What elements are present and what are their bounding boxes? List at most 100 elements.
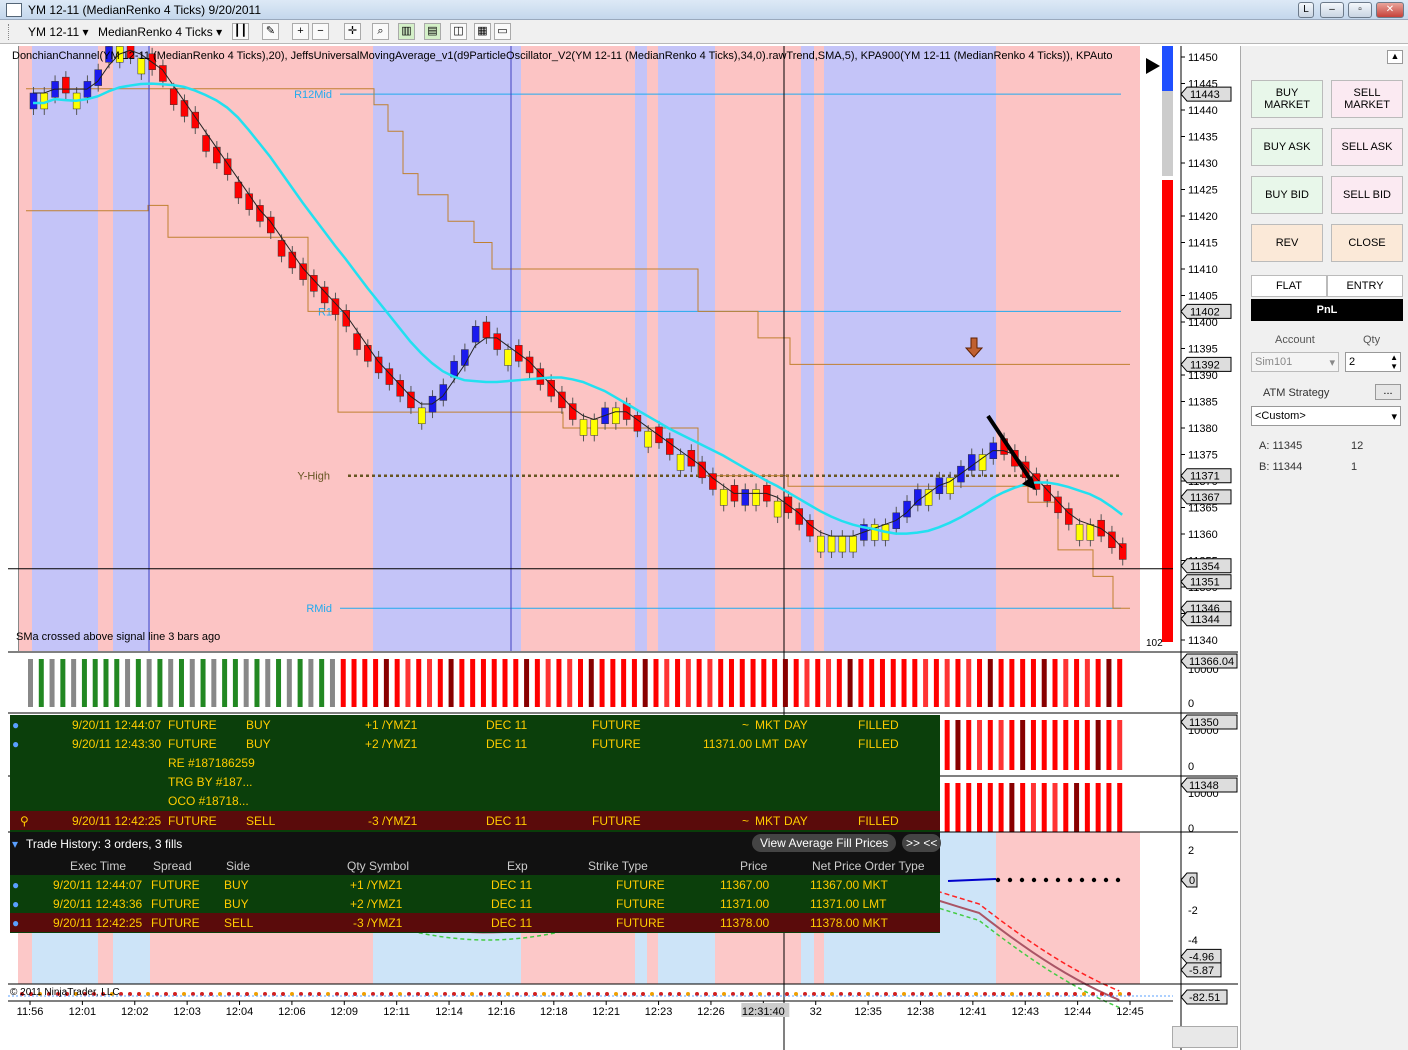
price-tick-label: 11340 — [1188, 635, 1218, 647]
data-box-icon[interactable]: ▦ — [474, 23, 491, 40]
signal-bar — [448, 659, 454, 707]
draw-tool-icon[interactable]: ✎ — [262, 23, 279, 40]
signal-bar — [1009, 659, 1015, 707]
fill-exp: DEC 11 — [491, 916, 533, 930]
candle — [213, 146, 221, 164]
order-row[interactable]: ⚲ 9/20/11 12:42:25 FUTURE SELL -3 /YMZ1 … — [10, 811, 940, 830]
bottom-dot — [290, 992, 294, 996]
bottom-dot — [281, 992, 285, 996]
signal-bar — [459, 659, 465, 707]
trend-band — [32, 46, 98, 651]
fill-type: FUTURE — [616, 878, 665, 892]
link-button[interactable]: L — [1298, 2, 1314, 18]
properties-icon[interactable]: ▭ — [494, 23, 511, 40]
horizontal-scrollbar[interactable] — [1172, 1026, 1238, 1048]
maximize-button[interactable]: ▫ — [1348, 2, 1372, 18]
ask-level: A: 11345 — [1259, 440, 1303, 452]
indicators-icon[interactable]: ▤ — [424, 23, 441, 40]
signal-bar — [286, 659, 292, 707]
chart-trader-icon[interactable]: ▥ — [398, 23, 415, 40]
bottom-dot — [1028, 992, 1032, 996]
signal-bar — [621, 659, 627, 707]
signal-bar — [373, 659, 379, 707]
signal-bar — [664, 659, 670, 707]
order-qty: +2 /YMZ1 — [365, 737, 418, 751]
sell-bid-button[interactable]: SELL BID — [1331, 176, 1403, 214]
search-icon[interactable]: ⌕ — [372, 23, 389, 40]
trend-band — [814, 46, 824, 651]
strategies-icon[interactable]: ◫ — [450, 23, 467, 40]
bottom-dot — [974, 992, 978, 996]
sub-tick-label: 0 — [1188, 698, 1194, 710]
sell-ask-button[interactable]: SELL ASK — [1331, 128, 1403, 166]
zoom-out-icon[interactable]: − — [312, 23, 329, 40]
fill-row[interactable]: ● 9/20/11 12:42:25 FUTURE SELL -3 /YMZ1 … — [10, 913, 940, 932]
bottom-dot — [470, 992, 474, 996]
signal-bar — [534, 659, 540, 707]
reverse-button[interactable]: REV — [1251, 224, 1323, 262]
chevron-down-icon: ▾ — [1391, 411, 1397, 423]
bottom-dot — [1091, 992, 1095, 996]
signal-bar — [351, 659, 357, 707]
price-tick-label: 11420 — [1188, 211, 1218, 223]
bottom-dot — [1109, 992, 1113, 996]
buy-ask-button[interactable]: BUY ASK — [1251, 128, 1323, 166]
qty-stepper[interactable]: 2 ▲ ▼ — [1345, 352, 1401, 372]
signal-bar — [394, 659, 400, 707]
sell-market-button[interactable]: SELL MARKET — [1331, 80, 1403, 118]
price-tag-label: 11344 — [1190, 614, 1220, 626]
crosshair-icon[interactable]: ✛ — [344, 23, 361, 40]
stepper-arrows-icon[interactable]: ▲ ▼ — [1390, 353, 1398, 371]
signal-bar — [728, 659, 734, 707]
toggle-button[interactable]: >> << — [902, 834, 942, 852]
buy-bid-button[interactable]: BUY BID — [1251, 176, 1323, 214]
close-position-button[interactable]: CLOSE — [1331, 224, 1403, 262]
trade-history-header[interactable]: ▾ Trade History: 3 orders, 3 fills View … — [10, 832, 942, 856]
signal-bar — [92, 659, 98, 707]
candle — [353, 333, 361, 350]
bottom-dot — [587, 992, 591, 996]
minimize-button[interactable]: – — [1320, 2, 1344, 18]
collapse-panel-icon[interactable]: ▲ — [1387, 50, 1403, 64]
bottom-dot — [758, 992, 762, 996]
candle — [838, 535, 847, 553]
signal-bar — [1117, 783, 1123, 832]
signal-bar — [578, 659, 583, 707]
order-row[interactable]: ● 9/20/11 12:44:07 FUTURE BUY +1 /YMZ1 D… — [10, 715, 940, 734]
sub-tick-label: 0 — [1188, 761, 1194, 773]
order-type: FUTURE — [168, 814, 217, 828]
chart-area[interactable]: 11450 11445 11440 11435 11430 11425 11420 11415… — [8, 46, 1238, 1050]
bartype-selector[interactable]: MedianRenko 4 Ticks ▾ — [98, 24, 222, 40]
fill-row[interactable]: ● 9/20/11 12:44:07 FUTURE BUY +1 /YMZ1 D… — [10, 875, 940, 894]
instrument-selector[interactable]: YM 12-11 ▾ — [28, 24, 89, 40]
bottom-dot — [533, 992, 537, 996]
bottom-dot — [335, 992, 339, 996]
signal-bar — [696, 659, 702, 707]
view-average-fill-button[interactable]: View Average Fill Prices — [752, 834, 897, 852]
order-otype: MKT — [755, 814, 781, 828]
time-tick-label: 12:16 — [488, 1006, 516, 1018]
chart-trader-panel: ▲ BUY MARKET SELL MARKET BUY ASK SELL AS… — [1240, 46, 1408, 1050]
buy-market-button[interactable]: BUY MARKET — [1251, 80, 1323, 118]
close-window-button[interactable]: ✕ — [1376, 2, 1404, 18]
signal-bar — [631, 659, 637, 707]
signal-bar — [998, 659, 1004, 707]
price-tick-label: 11425 — [1188, 185, 1218, 197]
bottom-dot — [488, 992, 492, 996]
fill-qty: -3 /YMZ1 — [353, 916, 403, 930]
candle — [924, 489, 933, 506]
atm-options-button[interactable]: ... — [1375, 384, 1401, 400]
bottom-dot — [803, 992, 807, 996]
account-select[interactable]: Sim101 ▾ — [1251, 352, 1339, 372]
bar-style-icon[interactable]: ┃┃ — [232, 23, 249, 40]
col-strike-type: Strike Type — [588, 859, 648, 873]
order-row[interactable]: ● 9/20/11 12:43:30 FUTURE BUY +2 /YMZ1 D… — [10, 734, 940, 753]
atm-strategy-select[interactable]: <Custom> ▾ — [1251, 406, 1401, 426]
order-history-panel[interactable]: ● 9/20/11 12:44:07 FUTURE BUY +1 /YMZ1 D… — [10, 715, 942, 933]
zoom-in-icon[interactable]: + — [292, 23, 309, 40]
signal-bar — [524, 659, 530, 707]
fill-row[interactable]: ● 9/20/11 12:43:36 FUTURE BUY +2 /YMZ1 D… — [10, 894, 940, 913]
collapse-icon[interactable]: ▾ — [12, 837, 18, 851]
signal-bar — [1041, 659, 1047, 707]
signal-bar — [1074, 783, 1080, 832]
